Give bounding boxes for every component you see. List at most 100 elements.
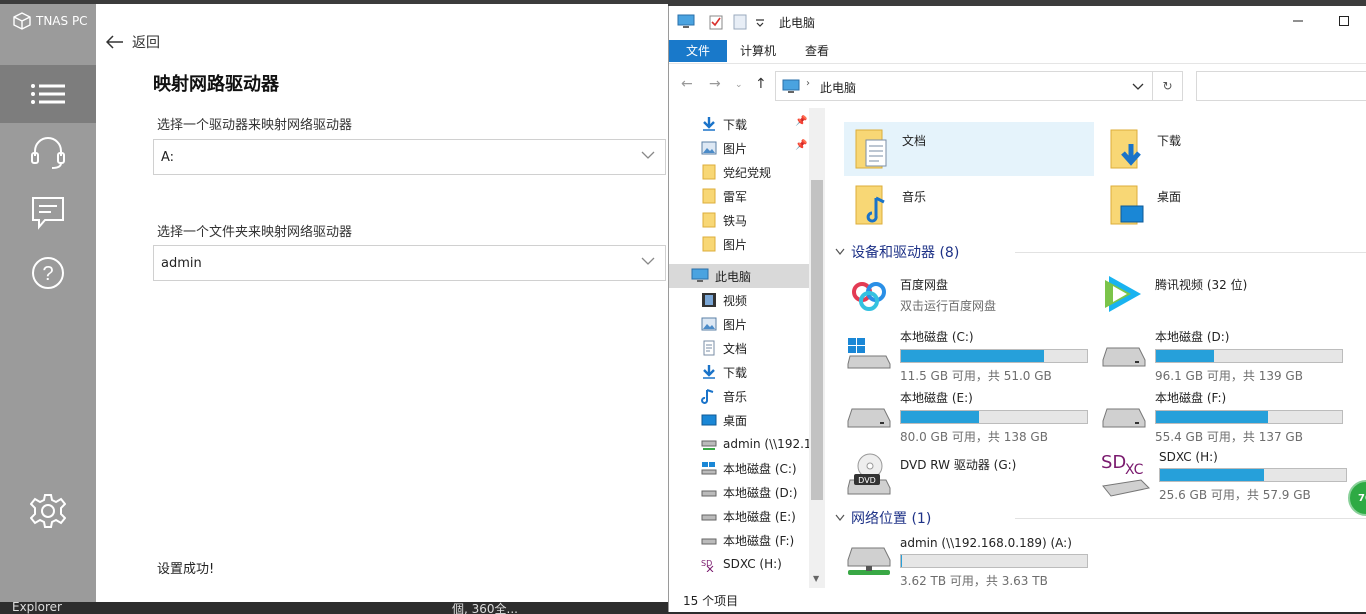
nav-item-pictures-pinned[interactable]: 图片: [701, 136, 747, 160]
forward-nav-icon[interactable]: →: [709, 76, 721, 92]
device-tile-drive-c[interactable]: 本地磁盘 (C:) 11.5 GB 可用，共 51.0 GB: [844, 326, 1094, 383]
nav-item-drive-c[interactable]: 本地磁盘 (C:): [701, 456, 797, 480]
group-header-devices[interactable]: 设备和驱动器 (8): [835, 242, 1366, 262]
nav-item-drive-e[interactable]: 本地磁盘 (E:): [701, 504, 796, 528]
back-nav-icon[interactable]: ←: [681, 76, 693, 92]
folder-icon: [702, 212, 716, 228]
quick-access-dropdown-icon[interactable]: [755, 14, 765, 30]
drive-icon: [1102, 408, 1146, 428]
folder-icon: [702, 188, 716, 204]
properties-icon[interactable]: [709, 14, 723, 30]
navigation-pane: 下载 📌 图片 📌 党纪党规 雷军 铁马 图片 此电脑 视频 图片 文档 下载 …: [669, 108, 809, 588]
new-folder-icon[interactable]: [733, 14, 747, 30]
nav-item-pictures[interactable]: 图片: [701, 312, 747, 336]
nav-item-label: 此电脑: [715, 269, 752, 284]
recent-dropdown-icon[interactable]: ⌄: [735, 80, 743, 90]
taskbar-item[interactable]: 個, 360全...: [452, 600, 518, 614]
pin-icon[interactable]: 📌: [795, 140, 807, 151]
nav-item-label: 视频: [723, 293, 748, 308]
breadcrumb-separator-icon[interactable]: ›: [806, 78, 810, 89]
sidebar-item-messages[interactable]: [0, 184, 96, 242]
sidebar-item-list[interactable]: [0, 65, 96, 123]
status-message: 设置成功!: [157, 562, 215, 577]
tab-file[interactable]: 文件: [669, 40, 727, 62]
drive-icon: [701, 514, 717, 521]
taskbar-item-explorer[interactable]: Explorer: [12, 600, 62, 614]
nav-item-network-drive[interactable]: admin (\\192.1: [701, 432, 809, 456]
device-tile-drive-d[interactable]: 本地磁盘 (D:) 96.1 GB 可用，共 139 GB: [1099, 326, 1349, 383]
message-icon: [32, 197, 64, 230]
sidebar-item-support[interactable]: [0, 124, 96, 182]
sidebar-item-help[interactable]: ?: [0, 244, 96, 302]
sidebar-item-settings[interactable]: [0, 482, 96, 540]
maximize-button[interactable]: [1321, 6, 1366, 36]
divider: [1015, 252, 1366, 253]
folder-select-value: admin: [161, 255, 202, 271]
device-name: 本地磁盘 (E:): [900, 391, 973, 405]
tab-view[interactable]: 查看: [797, 40, 837, 62]
usage-bar: [900, 410, 1088, 424]
usage-bar-fill: [1156, 411, 1268, 423]
device-tile-drive-f[interactable]: 本地磁盘 (F:) 55.4 GB 可用，共 137 GB: [1099, 387, 1349, 444]
nav-scrollbar-thumb[interactable]: [811, 180, 823, 500]
nav-item-folder[interactable]: 党纪党规: [701, 160, 771, 184]
chevron-down-icon: [641, 151, 655, 159]
nav-item-downloads[interactable]: 下载: [701, 360, 747, 384]
minimize-button[interactable]: [1275, 6, 1321, 36]
desktop-icon: [701, 414, 717, 426]
nav-item-sdxc[interactable]: SD SDXC (H:): [701, 552, 782, 576]
address-bar[interactable]: › 此电脑: [775, 71, 1153, 101]
nav-item-label: 本地磁盘 (E:): [723, 509, 796, 524]
device-tile-dvd[interactable]: DVD DVD RW 驱动器 (G:): [844, 450, 1094, 500]
nav-item-label: 下载: [723, 117, 748, 132]
folder-icon: [702, 164, 716, 180]
device-tile-sdxc[interactable]: SD XC SDXC (H:) 25.6 GB 可用，共 57.9 GB: [1099, 448, 1349, 502]
up-nav-icon[interactable]: ↑: [755, 76, 767, 92]
folder-tile-downloads[interactable]: 下载: [1099, 122, 1349, 176]
refresh-button[interactable]: ↻: [1153, 71, 1183, 101]
nav-item-label: SDXC (H:): [723, 557, 782, 571]
device-name: 本地磁盘 (C:): [900, 330, 974, 344]
desktop-folder-icon: [1110, 185, 1144, 225]
usage-bar-fill: [901, 350, 1045, 362]
chevron-down-icon[interactable]: [1132, 83, 1144, 91]
back-button[interactable]: 返回: [106, 32, 160, 52]
folder-tile-desktop[interactable]: 桌面: [1099, 178, 1349, 232]
device-name: SDXC (H:): [1159, 450, 1218, 464]
nav-scrollbar[interactable]: [809, 108, 825, 588]
nav-item-folder[interactable]: 雷军: [701, 184, 747, 208]
tab-computer[interactable]: 计算机: [733, 40, 783, 62]
nav-item-drive-f[interactable]: 本地磁盘 (F:): [701, 528, 794, 552]
item-count: 15 个项目: [683, 594, 739, 608]
nav-item-label: 图片: [723, 237, 748, 252]
device-tile-tencent[interactable]: 腾讯视频 (32 位): [1099, 270, 1349, 318]
nav-item-label: 本地磁盘 (F:): [723, 533, 795, 548]
device-tile-baidu[interactable]: 百度网盘 双击运行百度网盘: [844, 270, 1094, 318]
nav-item-videos[interactable]: 视频: [701, 288, 747, 312]
scroll-down-icon[interactable]: ▼: [813, 574, 819, 583]
drive-select[interactable]: A:: [153, 139, 666, 175]
nav-item-this-pc[interactable]: 此电脑: [669, 264, 809, 288]
network-tile-admin[interactable]: admin (\\192.168.0.189) (A:) 3.62 TB 可用，…: [844, 534, 1094, 588]
nav-item-desktop[interactable]: 桌面: [701, 408, 747, 432]
usage-bar: [1155, 349, 1343, 363]
folder-tile-music[interactable]: 音乐: [844, 178, 1094, 232]
drive-icon: [847, 408, 891, 428]
folder-select[interactable]: admin: [153, 245, 666, 281]
group-header-network[interactable]: 网络位置 (1): [835, 508, 1366, 528]
search-input[interactable]: [1196, 71, 1366, 101]
headset-icon: [31, 137, 65, 169]
nav-item-drive-d[interactable]: 本地磁盘 (D:): [701, 480, 797, 504]
help-icon: ?: [32, 257, 64, 289]
folder-tile-documents[interactable]: 文档: [844, 122, 1094, 176]
nav-item-downloads-pinned[interactable]: 下载: [701, 112, 747, 136]
nav-item-folder[interactable]: 图片: [701, 232, 747, 256]
pin-icon[interactable]: 📌: [795, 116, 807, 127]
explorer-window: 此电脑 文件 计算机 查看 ← → ⌄ ↑ › 此电脑 ↻ 下载 📌 图片 📌 …: [668, 6, 1366, 612]
sdxc-icon: SD XC: [1101, 452, 1151, 497]
nav-item-folder[interactable]: 铁马: [701, 208, 747, 232]
device-tile-drive-e[interactable]: 本地磁盘 (E:) 80.0 GB 可用，共 138 GB: [844, 387, 1094, 444]
address-path[interactable]: 此电脑: [820, 79, 856, 96]
nav-item-documents[interactable]: 文档: [701, 336, 747, 360]
nav-item-music[interactable]: 音乐: [701, 384, 747, 408]
